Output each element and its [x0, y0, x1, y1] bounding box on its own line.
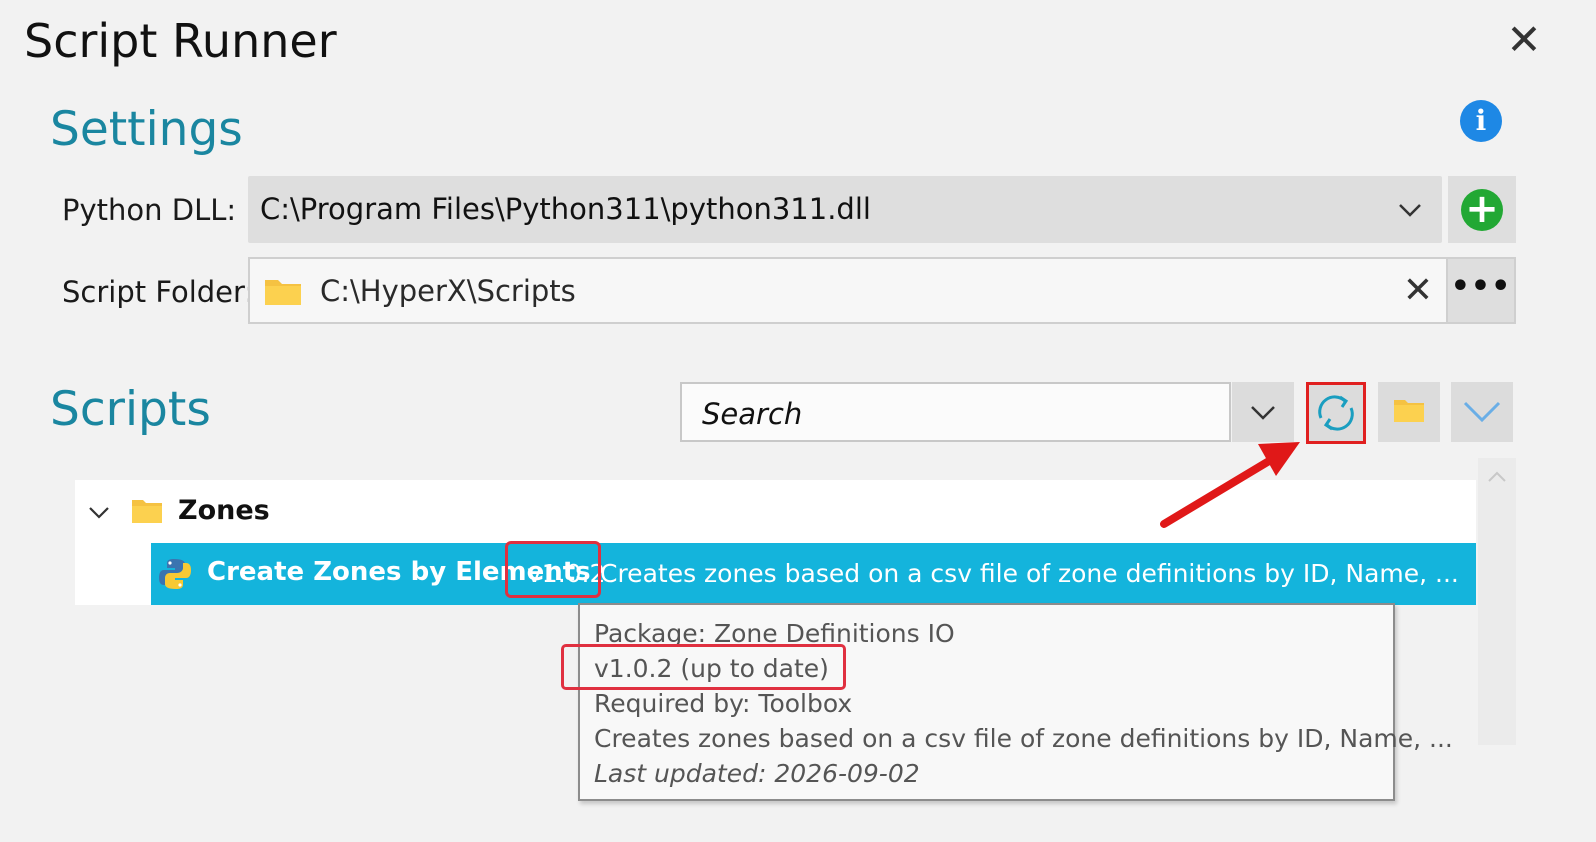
- chevron-down-icon: [1399, 204, 1421, 217]
- vertical-scrollbar[interactable]: [1478, 458, 1516, 745]
- red-arrow-annotation: [1160, 442, 1300, 528]
- scroll-up-icon[interactable]: [1486, 466, 1508, 488]
- expand-chevron-icon[interactable]: [87, 500, 111, 524]
- add-python-dll-button[interactable]: +: [1448, 176, 1516, 243]
- python-dll-dropdown[interactable]: C:\Program Files\Python311\python311.dll: [248, 176, 1442, 243]
- script-folder-field[interactable]: C:\HyperX\Scripts ✕: [248, 257, 1448, 324]
- open-folder-button[interactable]: [1378, 382, 1440, 442]
- tooltip-last-updated: Last updated: 2026-09-02: [594, 759, 920, 788]
- python-dll-value: C:\Program Files\Python311\python311.dll: [260, 192, 871, 226]
- script-folder-label: Script Folder:: [62, 275, 255, 309]
- search-placeholder: Search: [702, 397, 803, 431]
- window-title: Script Runner: [24, 14, 337, 68]
- script-description: Creates zones based on a csv file of zon…: [600, 559, 1459, 588]
- refresh-button[interactable]: [1306, 382, 1366, 444]
- python-dll-label: Python DLL:: [62, 193, 237, 227]
- settings-heading: Settings: [50, 102, 243, 157]
- version-highlight-box: [505, 541, 601, 598]
- search-input[interactable]: Search: [680, 382, 1231, 442]
- scripts-heading: Scripts: [50, 382, 211, 437]
- clear-folder-button[interactable]: ✕: [1396, 267, 1440, 315]
- tooltip-required-by: Required by: Toolbox: [594, 689, 853, 718]
- tree-group-zones[interactable]: Zones: [178, 495, 270, 526]
- folder-icon: [132, 500, 162, 523]
- refresh-icon: [1318, 395, 1354, 431]
- folder-icon: [265, 280, 301, 305]
- script-folder-value: C:\HyperX\Scripts: [320, 274, 576, 308]
- close-window-button[interactable]: ✕: [1500, 16, 1548, 64]
- tree-item-script[interactable]: Create Zones by Elements v1.0.2 Creates …: [151, 543, 1476, 605]
- tooltip-description: Creates zones based on a csv file of zon…: [594, 724, 1453, 753]
- collapse-chevron-icon: [1463, 401, 1501, 423]
- add-icon: +: [1461, 189, 1503, 231]
- script-tooltip: Package: Zone Definitions IO v1.0.2 (up …: [578, 603, 1453, 801]
- python-icon: [159, 559, 191, 589]
- browse-folder-button[interactable]: •••: [1448, 257, 1516, 324]
- info-icon[interactable]: i: [1460, 100, 1502, 142]
- folder-icon: [1394, 400, 1424, 422]
- tooltip-version-highlight-box: [561, 644, 846, 690]
- collapse-all-button[interactable]: [1451, 382, 1513, 442]
